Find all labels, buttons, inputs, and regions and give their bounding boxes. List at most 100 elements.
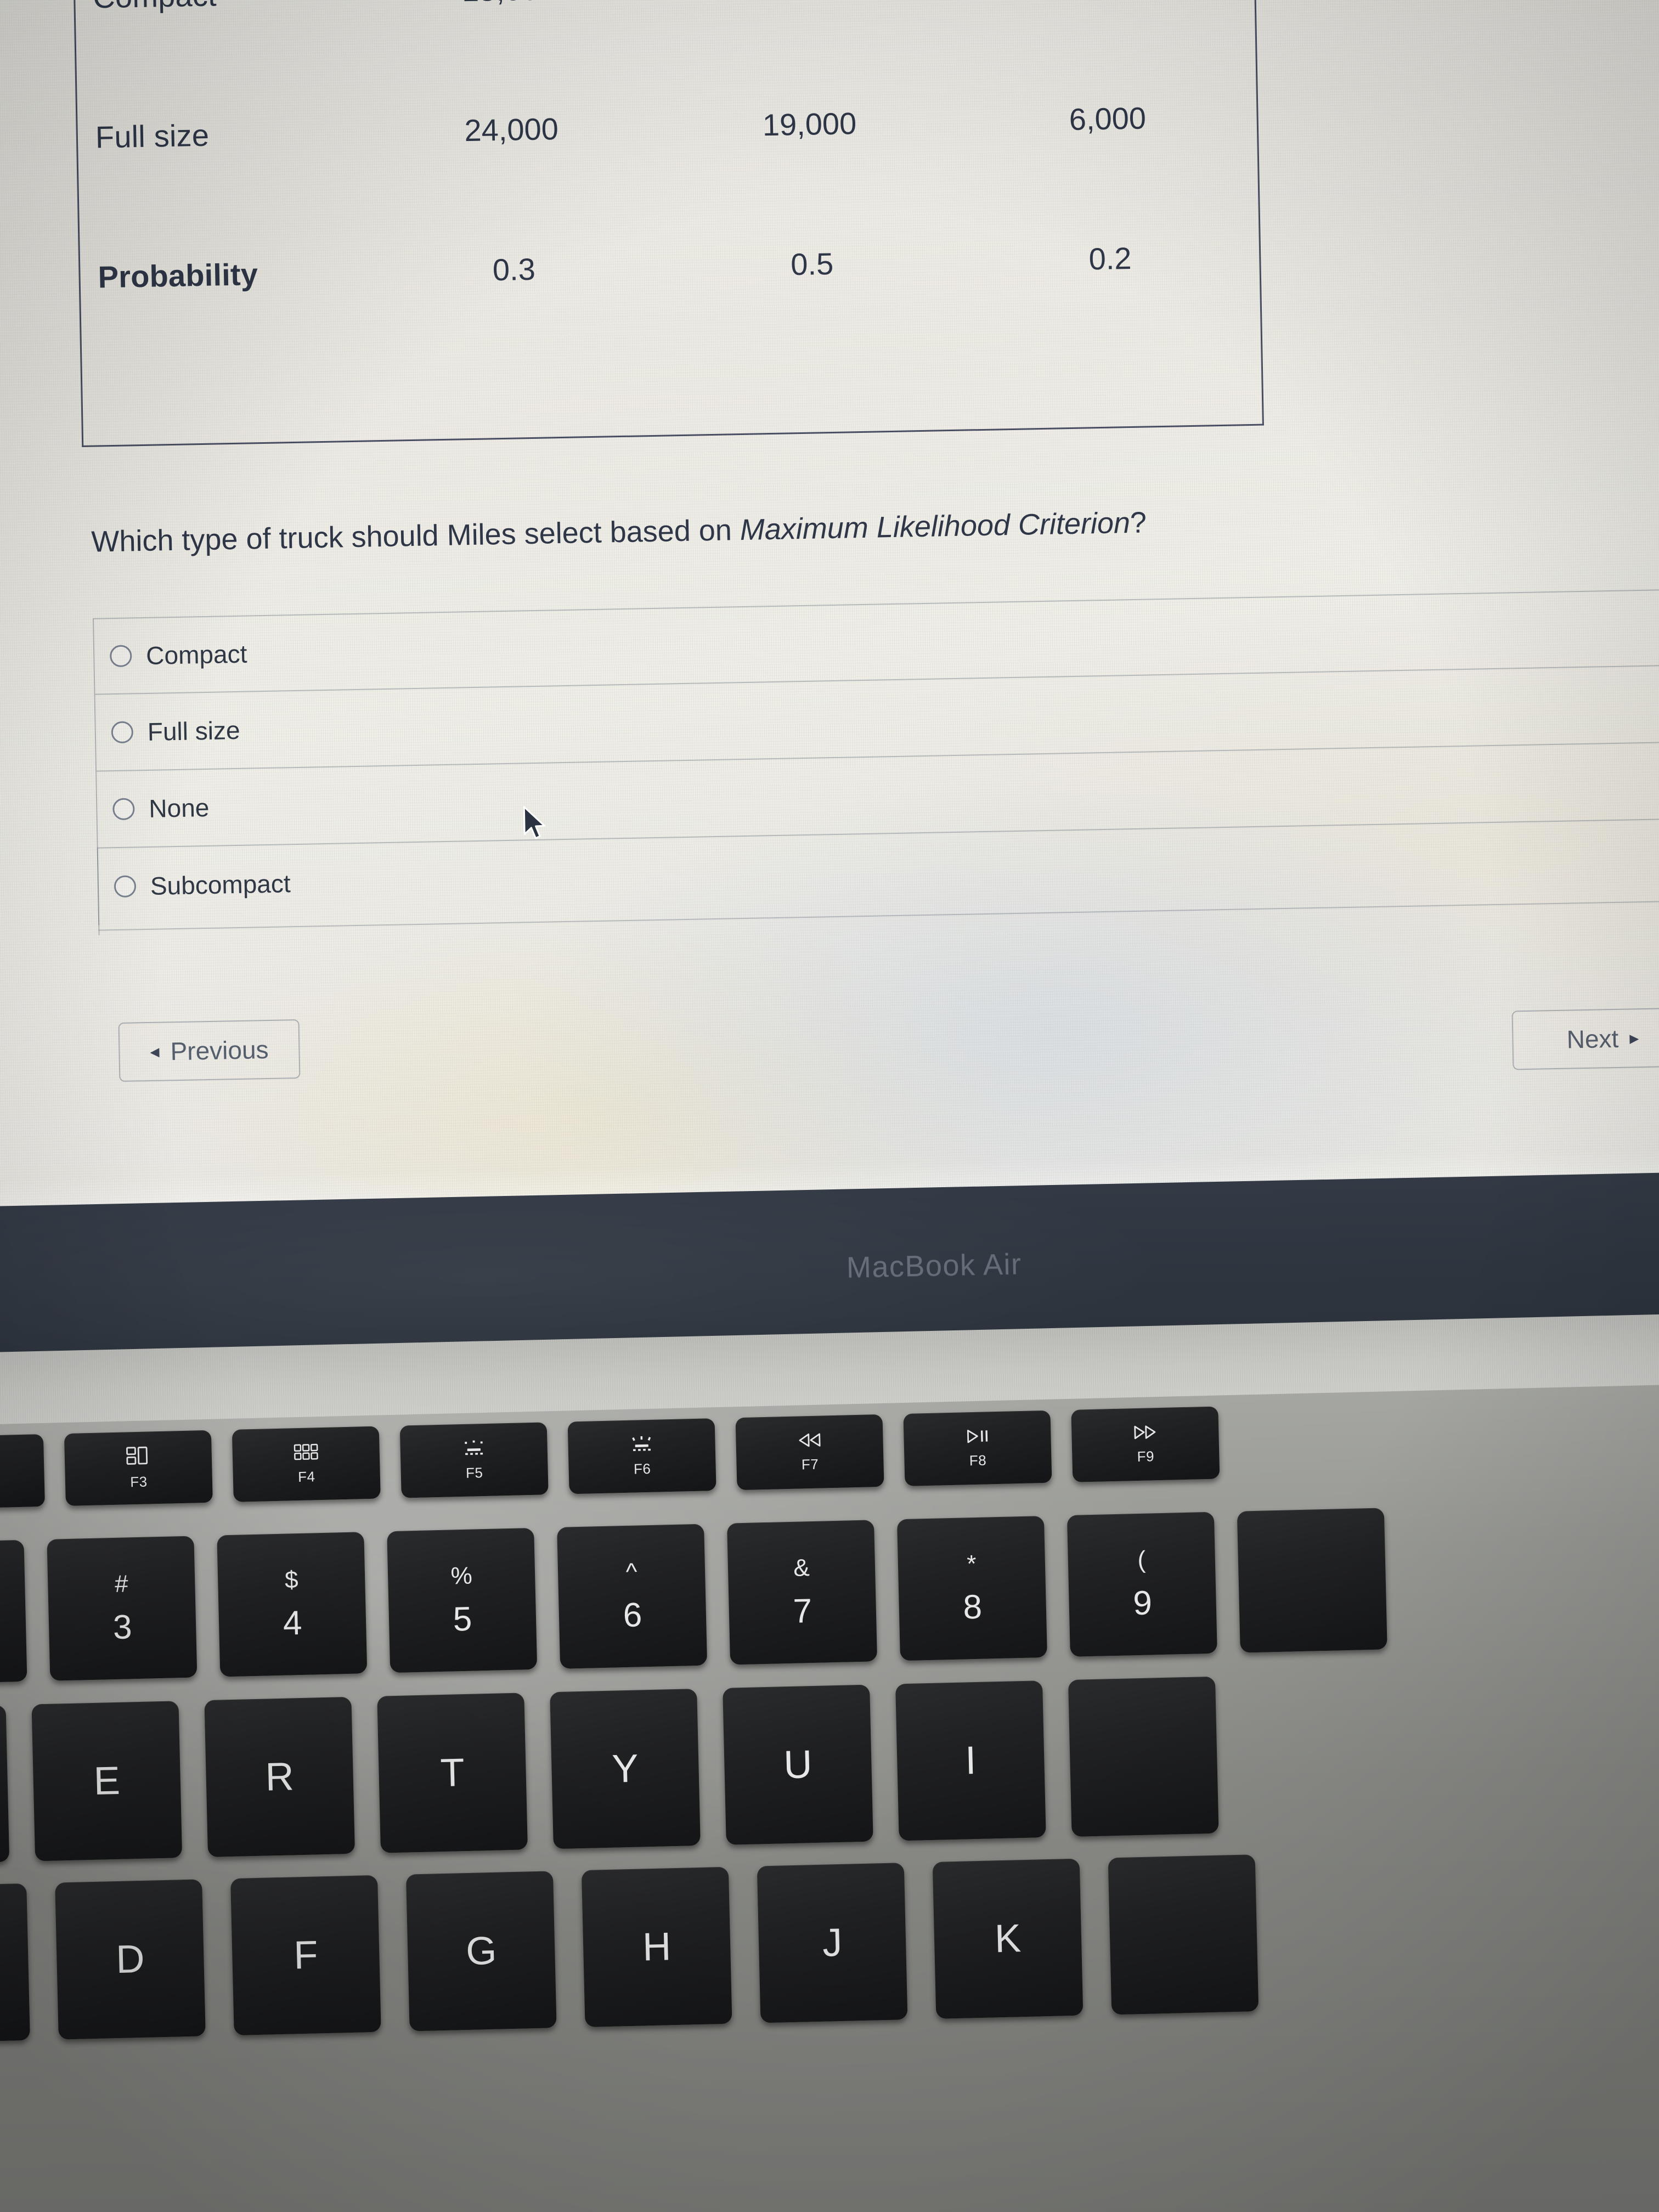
key-f9[interactable]: F9 (1071, 1406, 1220, 1482)
key-t[interactable]: T (377, 1692, 528, 1853)
key-shift-legend: ^ (625, 1558, 637, 1586)
key-f[interactable]: F (230, 1875, 381, 2036)
key-legend: 8 (962, 1588, 983, 1627)
key-legend: H (642, 1925, 672, 1970)
key-legend: F6 (633, 1460, 651, 1477)
key-k[interactable]: K (932, 1858, 1084, 2019)
table-cell: 0.5 (790, 246, 834, 281)
key-9[interactable]: ( 9 (1066, 1511, 1217, 1657)
answer-options-list: Compact Full size None Subcompact (93, 589, 1659, 926)
question-emphasis: Maximum Likelihood Criterion (740, 506, 1131, 547)
table-cell: 19,000 (762, 105, 857, 142)
key-l[interactable] (1108, 1854, 1259, 2015)
decision-table: Compact 15,000 20,000 22,000 Full size 2… (72, 0, 1264, 448)
key-shift-legend: # (114, 1570, 129, 1598)
key-d[interactable]: D (55, 1879, 206, 2040)
key-legend: F5 (465, 1464, 483, 1481)
question-prompt: Which type of truck should Miles select … (91, 499, 1463, 561)
table-row-label: Compact (75, 0, 360, 15)
question-text-before: Which type of truck should Miles select … (91, 514, 741, 558)
keyboard-backlight-up-icon (629, 1435, 654, 1453)
key-shift-legend: $ (284, 1566, 299, 1594)
table-row: Probability 0.3 0.5 0.2 (79, 190, 1260, 343)
key-shift-legend: % (450, 1562, 473, 1590)
radio-button-icon[interactable] (114, 875, 137, 898)
key-0[interactable] (1237, 1508, 1387, 1653)
key-legend: G (465, 1928, 498, 1974)
fast-forward-icon (1132, 1424, 1158, 1441)
previous-button[interactable]: ◂ Previous (118, 1019, 301, 1082)
launchpad-grid-icon (294, 1443, 318, 1461)
key-legend: 9 (1132, 1584, 1153, 1623)
play-pause-icon (964, 1427, 990, 1444)
key-legend: R (264, 1754, 295, 1799)
key-legend: D (115, 1937, 145, 1982)
key-legend: J (822, 1920, 843, 1965)
key-legend: U (783, 1742, 813, 1787)
key-legend: F7 (801, 1455, 819, 1472)
key-2[interactable] (0, 1539, 27, 1685)
key-legend: F8 (969, 1451, 987, 1469)
key-f2[interactable]: F2 (0, 1434, 45, 1510)
chevron-right-icon: ▸ (1629, 1028, 1639, 1049)
key-legend: F3 (129, 1473, 148, 1490)
key-7[interactable]: & 7 (727, 1520, 878, 1665)
key-legend: I (964, 1739, 977, 1783)
key-r[interactable]: R (204, 1696, 356, 1858)
key-shift-legend: * (966, 1550, 977, 1578)
key-4[interactable]: $ 4 (217, 1532, 368, 1677)
key-f6[interactable]: F6 (567, 1418, 716, 1494)
answer-option-label: Subcompact (150, 869, 291, 900)
key-legend: K (994, 1916, 1022, 1961)
laptop-photo-scene: Compact 15,000 20,000 22,000 Full size 2… (0, 0, 1659, 2212)
key-6[interactable]: ^ 6 (557, 1523, 708, 1669)
key-s[interactable] (0, 1883, 30, 2044)
key-legend: F (293, 1933, 319, 1978)
key-f4[interactable]: F4 (232, 1426, 381, 1502)
key-i[interactable]: I (895, 1680, 1046, 1841)
table-cell: 20,000 (658, 0, 957, 4)
answer-option-label: None (148, 793, 210, 823)
table-row: Full size 24,000 19,000 6,000 (77, 50, 1258, 203)
mission-control-icon (126, 1446, 150, 1466)
table-row-label: Full size (95, 117, 210, 154)
radio-button-icon[interactable] (112, 798, 135, 821)
key-f3[interactable]: F3 (64, 1430, 213, 1506)
laptop-screen: Compact 15,000 20,000 22,000 Full size 2… (0, 0, 1659, 1228)
next-button[interactable]: Next ▸ (1511, 1007, 1659, 1070)
key-h[interactable]: H (581, 1866, 732, 2027)
radio-button-icon[interactable] (111, 721, 134, 744)
key-3[interactable]: # 3 (47, 1536, 198, 1681)
key-8[interactable]: * 8 (896, 1516, 1047, 1661)
question-text-after: ? (1130, 506, 1147, 540)
key-g[interactable]: G (405, 1871, 557, 2032)
key-legend: 3 (112, 1608, 133, 1647)
table-row-label: Probability (98, 256, 258, 294)
key-shift-legend: & (793, 1554, 810, 1582)
answer-option-label: Full size (147, 715, 240, 746)
key-e[interactable]: E (31, 1701, 183, 1861)
key-legend: T (439, 1751, 465, 1796)
key-f8[interactable]: F8 (903, 1410, 1052, 1486)
chevron-left-icon: ◂ (150, 1041, 160, 1062)
key-legend: 6 (622, 1596, 642, 1635)
key-w[interactable]: W (0, 1705, 10, 1865)
key-f7[interactable]: F7 (735, 1414, 884, 1491)
previous-button-label: Previous (170, 1035, 269, 1066)
table-cell: 0.3 (492, 251, 536, 287)
key-legend: 7 (792, 1592, 812, 1630)
table-cell: 6,000 (1069, 100, 1147, 137)
keyboard-backlight-down-icon (461, 1438, 486, 1457)
key-o[interactable] (1068, 1676, 1219, 1837)
key-y[interactable]: Y (550, 1689, 701, 1849)
rewind-icon (797, 1431, 822, 1448)
key-legend: F9 (1137, 1447, 1155, 1465)
key-5[interactable]: % 5 (387, 1527, 538, 1673)
key-legend: F4 (297, 1468, 315, 1485)
key-legend: 5 (452, 1600, 473, 1639)
key-j[interactable]: J (757, 1863, 908, 2023)
key-u[interactable]: U (723, 1684, 873, 1845)
key-f5[interactable]: F5 (399, 1422, 549, 1498)
radio-button-icon[interactable] (109, 645, 132, 668)
next-button-label: Next (1566, 1024, 1619, 1054)
